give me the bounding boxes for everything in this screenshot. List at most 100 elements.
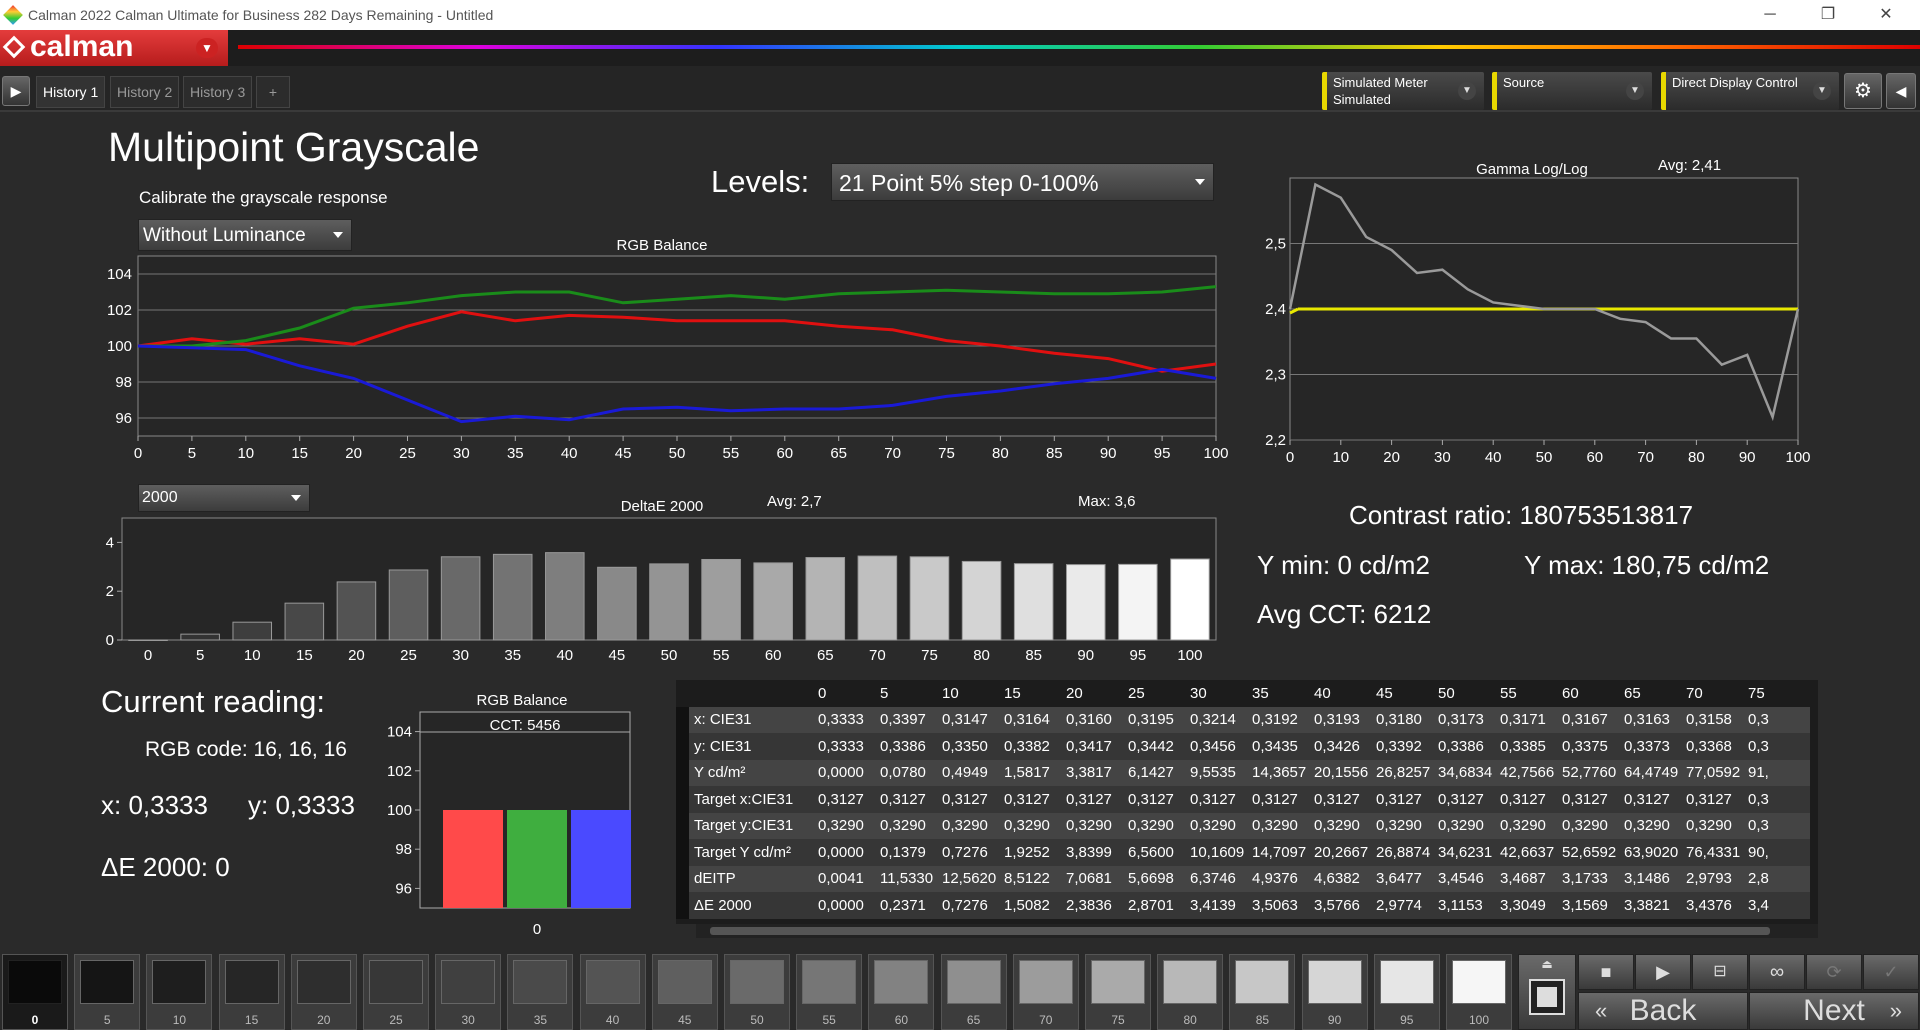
tab-history-3[interactable]: History 3	[183, 76, 253, 108]
table-cell: 4,6382	[1314, 865, 1376, 892]
level-swatch[interactable]: 35	[507, 954, 574, 1030]
next-button[interactable]: Next »	[1749, 992, 1919, 1030]
swatch-color	[296, 960, 351, 1004]
table-cell: 3,3821	[1624, 892, 1686, 919]
table-cell: 0,3290	[1562, 812, 1624, 839]
gamma-x-tick-label: 0	[1286, 449, 1294, 466]
gamma-y-tick-label: 2,4	[1265, 301, 1286, 318]
gamma-y-tick-label: 2,2	[1265, 432, 1286, 449]
page-subtitle: Calibrate the grayscale response	[139, 188, 388, 207]
play-icon[interactable]: ▶	[2, 76, 30, 106]
check-icon[interactable]: ✓	[1863, 954, 1919, 990]
table-cell: 0,3164	[1004, 706, 1066, 733]
table-cell: 0,3127	[942, 786, 1004, 813]
level-swatch[interactable]: 90	[1301, 954, 1368, 1030]
restore-button[interactable]: ❐	[1806, 2, 1850, 28]
level-swatch[interactable]: 40	[579, 954, 646, 1030]
table-cell: 0,3392	[1376, 733, 1438, 760]
table-cell: 63,9020	[1624, 839, 1686, 866]
level-swatch[interactable]: 50	[724, 954, 790, 1030]
table-cell: 0,3171	[1500, 706, 1562, 733]
rgb-x-tick-label: 30	[453, 445, 470, 462]
level-swatch[interactable]: 15	[218, 954, 285, 1030]
table-cell: 1,5817	[1004, 759, 1066, 786]
tab-history-1[interactable]: History 1	[36, 76, 106, 108]
brand-menu-button[interactable]: calman ▼	[0, 30, 228, 66]
level-swatch[interactable]: 85	[1229, 954, 1296, 1030]
stop-icon	[1529, 979, 1565, 1015]
table-cell: 10,1609	[1190, 839, 1252, 866]
delta-e-bar	[284, 602, 325, 641]
table-cell: 0,3385	[1500, 733, 1562, 760]
levels-value: 21 Point 5% step 0-100%	[839, 170, 1099, 196]
play-button[interactable]: ▶	[1635, 954, 1691, 990]
close-button[interactable]: ✕	[1864, 2, 1908, 28]
level-swatch[interactable]: 5	[74, 954, 141, 1030]
tab-history-2[interactable]: History 2	[110, 76, 180, 108]
measurement-table: 0 5 10 15 20 25 30 35 40 45 50 55 60 65 70 75 x: CIE31 0,…	[676, 680, 1818, 924]
table-cell: 0,3	[1748, 706, 1810, 733]
rgb-x-tick-label: 50	[669, 445, 686, 462]
table-cell: 64,4749	[1624, 759, 1686, 786]
level-swatch[interactable]: 100	[1446, 954, 1512, 1030]
measure-single-button[interactable]: ⊟	[1692, 954, 1748, 990]
back-button[interactable]: « Back	[1578, 992, 1748, 1030]
stop-measure-group[interactable]: ⏏	[1518, 954, 1576, 1030]
swatch-color	[1163, 960, 1218, 1004]
table-column-header: 15	[1004, 680, 1066, 707]
table-cell: 0,3127	[818, 786, 880, 813]
settings-gear-icon[interactable]: ⚙	[1844, 73, 1882, 109]
level-swatch[interactable]: 75	[1085, 954, 1151, 1030]
level-swatch[interactable]: 65	[940, 954, 1007, 1030]
table-column-header: 20	[1066, 680, 1128, 707]
level-swatch[interactable]: 70	[1012, 954, 1079, 1030]
refresh-icon[interactable]: ⟳	[1806, 954, 1862, 990]
level-swatch[interactable]: 45	[651, 954, 718, 1030]
source-selector[interactable]: Source ▼	[1492, 72, 1652, 110]
table-cell: 0,3435	[1252, 733, 1314, 760]
table-column-header: 35	[1252, 680, 1314, 707]
minimize-button[interactable]: ─	[1748, 2, 1792, 28]
table-cell: 0,3333	[818, 706, 880, 733]
rgb-x-tick-label: 15	[291, 445, 308, 462]
delta-e-bar	[649, 563, 689, 641]
table-cell: 90,	[1748, 839, 1810, 866]
delta-e-x-tick-label: 80	[973, 647, 990, 664]
level-swatch[interactable]: 25	[363, 954, 429, 1030]
collapse-panel-icon[interactable]: ◀	[1886, 73, 1916, 109]
table-row-header: x: CIE31	[676, 706, 818, 733]
delta-e-x-tick-label: 60	[765, 647, 782, 664]
stop-button[interactable]: ■	[1578, 954, 1634, 990]
level-swatch[interactable]: 55	[796, 954, 863, 1030]
swatch-label: 15	[244, 1013, 259, 1027]
add-tab-button[interactable]: +	[256, 76, 290, 108]
table-row: x: CIE31 0,3333 0,3397 0,3147 0,3164 0,3160 0,…	[676, 706, 1810, 733]
table-cell: 0,3290	[1190, 812, 1252, 839]
table-cell: 0,3173	[1438, 706, 1500, 733]
level-swatch[interactable]: 10	[146, 954, 213, 1030]
current-rgb-bar	[507, 810, 567, 908]
level-swatch[interactable]: 60	[868, 954, 935, 1030]
scrollbar-thumb[interactable]	[710, 927, 1770, 935]
delta-e-bar	[909, 556, 950, 641]
eject-icon: ⏏	[1541, 957, 1553, 971]
table-cell: 0,3350	[942, 733, 1004, 760]
meter-selector[interactable]: Simulated Meter Simulated ▼	[1322, 72, 1484, 110]
table-cell: 42,6637	[1500, 839, 1562, 866]
level-swatch[interactable]: 20	[290, 954, 357, 1030]
table-column-header: 0	[818, 680, 880, 707]
levels-dropdown[interactable]: 21 Point 5% step 0-100%	[831, 163, 1214, 201]
level-swatch[interactable]: 80	[1157, 954, 1224, 1030]
display-control-selector[interactable]: Direct Display Control ▼	[1661, 72, 1839, 110]
level-swatch[interactable]: 95	[1373, 954, 1440, 1030]
table-cell: 0,3373	[1624, 733, 1686, 760]
swatch-color	[585, 960, 640, 1004]
delta-e-bar	[597, 566, 637, 641]
delta-e-x-tick-label: 40	[556, 647, 573, 664]
level-swatch[interactable]: 0	[2, 954, 68, 1030]
level-swatch[interactable]: 30	[435, 954, 502, 1030]
delta-e-bar	[492, 553, 533, 641]
table-row-header: y: CIE31	[676, 733, 818, 760]
table-horizontal-scrollbar[interactable]	[696, 924, 1818, 938]
continuous-loop-button[interactable]: ∞	[1749, 954, 1805, 990]
